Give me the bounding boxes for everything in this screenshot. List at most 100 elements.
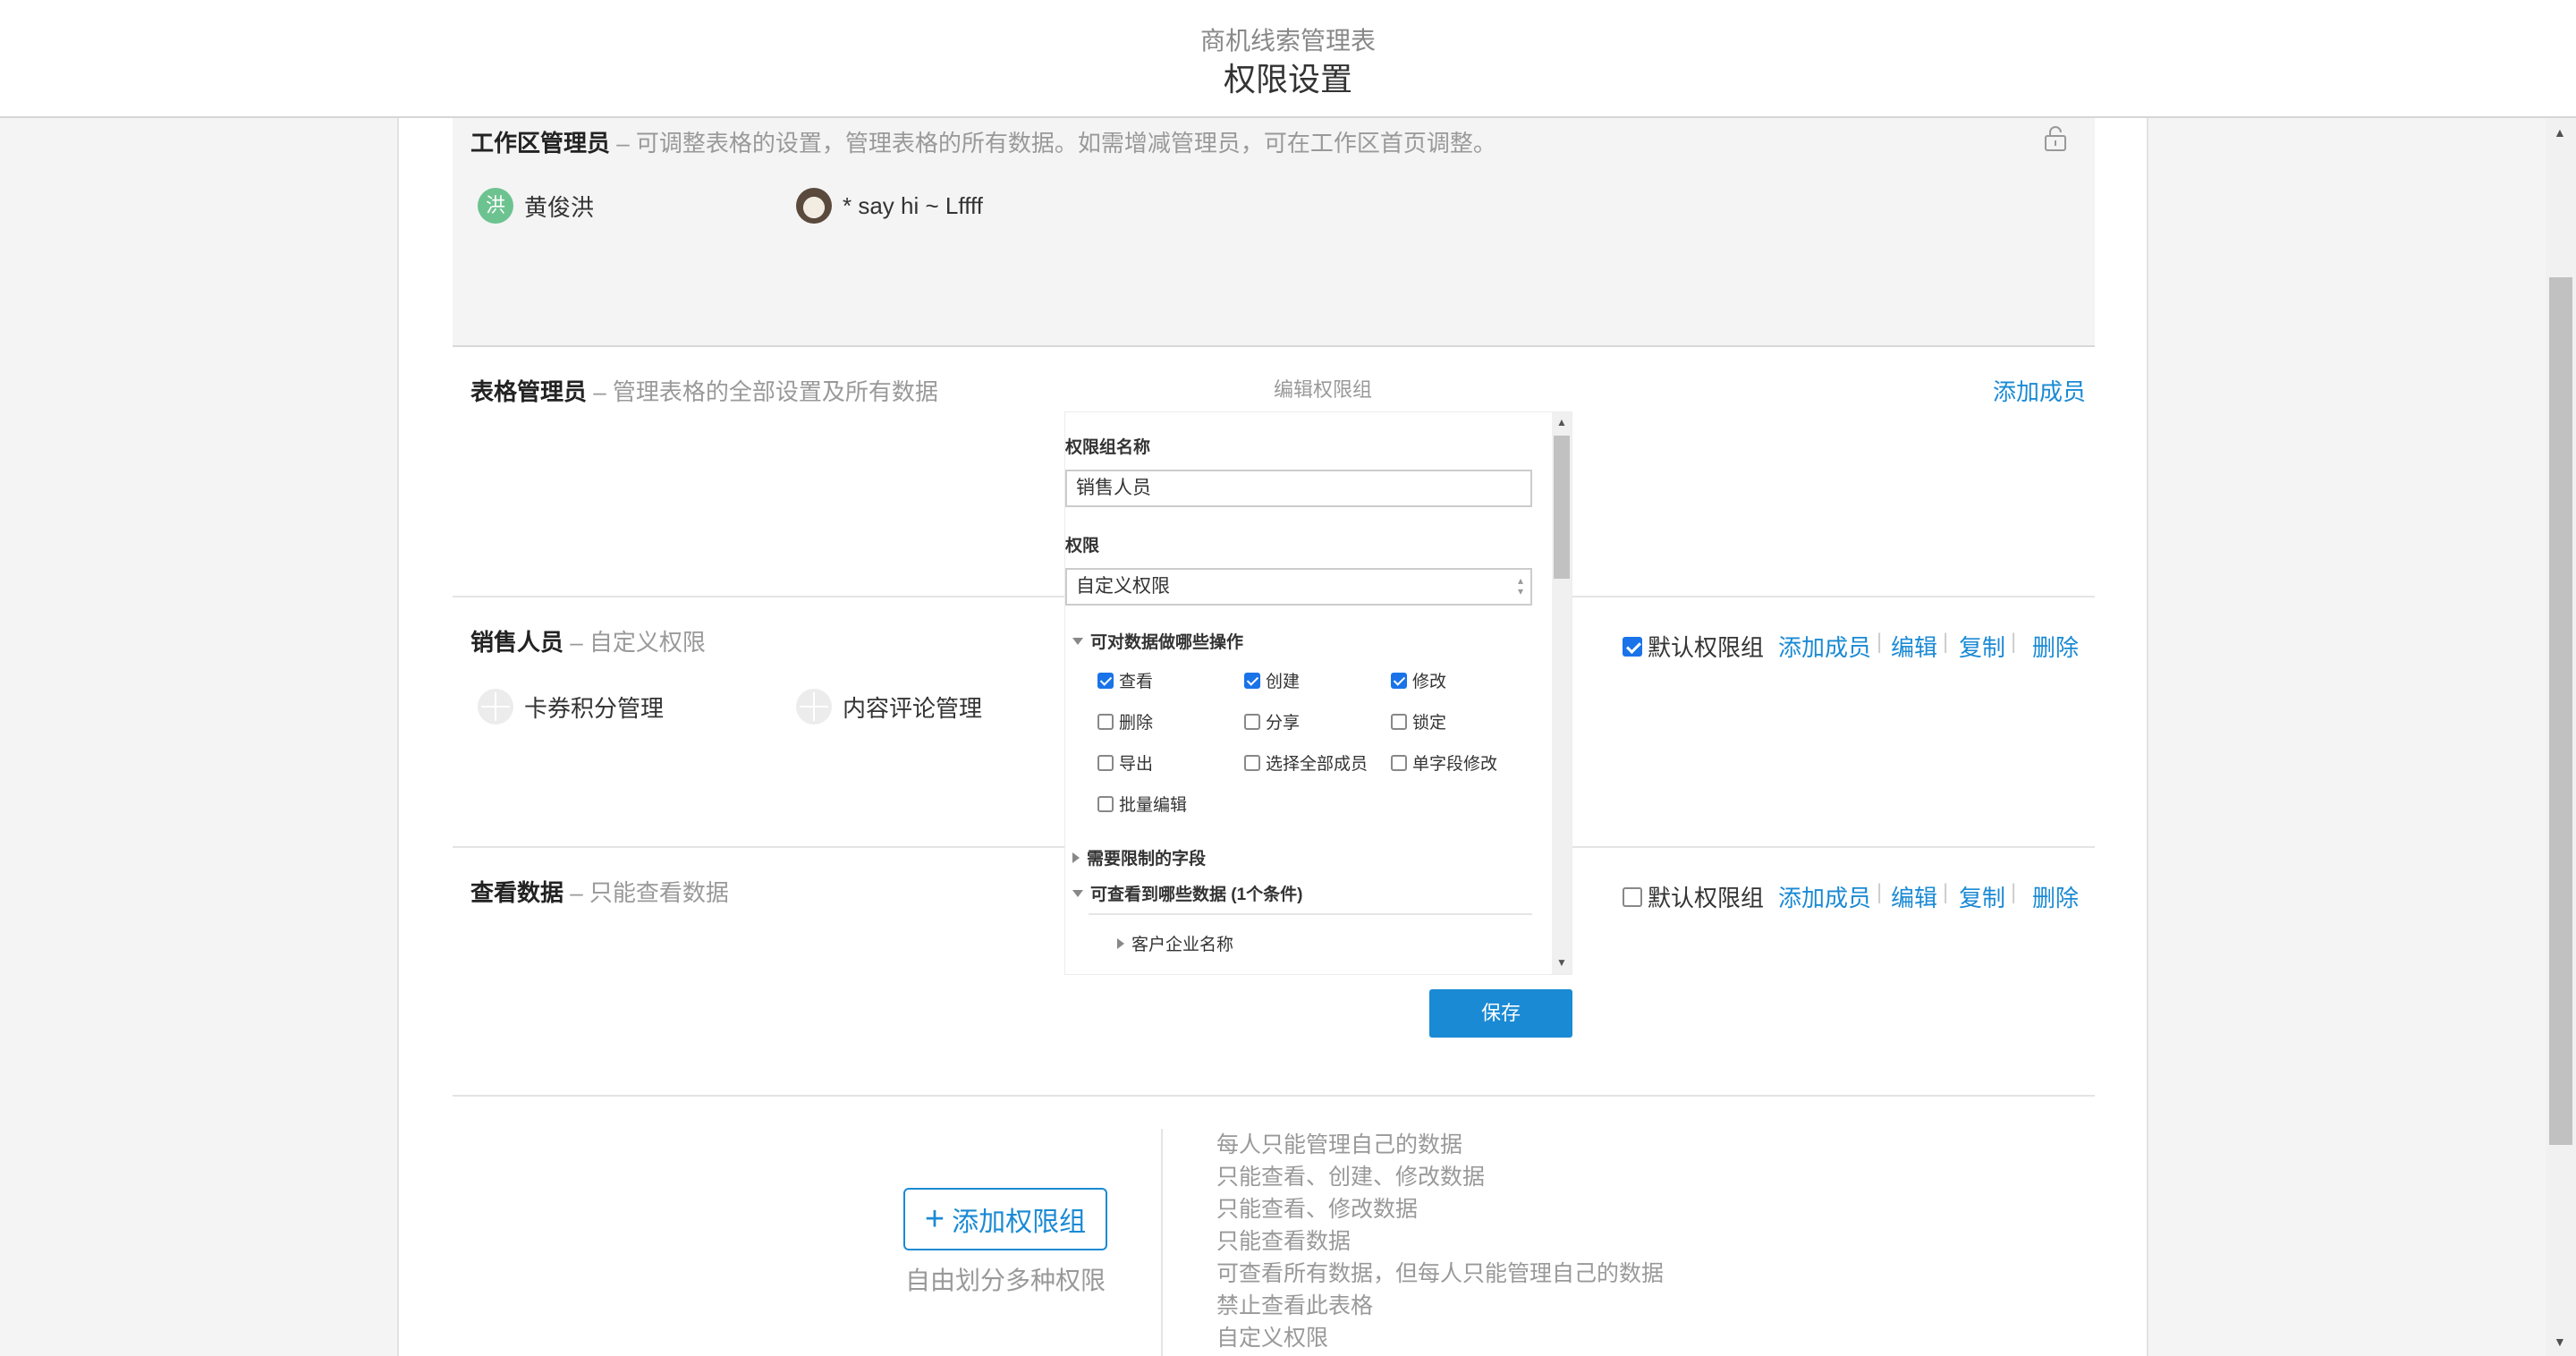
separator: |: [1877, 880, 1883, 904]
op-checkbox[interactable]: 分享: [1244, 709, 1300, 733]
plus-icon: +: [924, 1200, 945, 1238]
member-name: * say hi ~ Lffff: [843, 191, 983, 219]
sales-edit-link[interactable]: 编辑: [1891, 630, 1937, 663]
scroll-up-icon[interactable]: ▲: [2554, 125, 2566, 140]
permission-label: 权限: [1065, 537, 1100, 555]
checkbox[interactable]: [1097, 754, 1114, 771]
checkbox[interactable]: [1097, 672, 1114, 689]
separator: |: [1943, 880, 1949, 904]
sales-default-group-checkbox[interactable]: 默认权限组: [1623, 630, 1764, 663]
checkbox[interactable]: [1391, 672, 1407, 689]
op-label: 查看: [1119, 673, 1154, 691]
view-add-member-link[interactable]: 添加成员: [1778, 880, 1871, 913]
sales-delete-link[interactable]: 删除: [2032, 630, 2079, 663]
triangle-right-icon: [1117, 937, 1124, 949]
ops-header[interactable]: 可对数据做哪些操作: [1072, 629, 1243, 653]
lock-icon: [2045, 126, 2066, 151]
separator: |: [2011, 880, 2017, 904]
scroll-thumb[interactable]: [1554, 436, 1570, 579]
checkbox[interactable]: [1097, 713, 1114, 730]
avatar: 洪: [478, 188, 513, 224]
scroll-up-icon[interactable]: ▲: [1556, 416, 1567, 428]
op-checkbox[interactable]: 创建: [1244, 668, 1300, 692]
checkbox-label: 默认权限组: [1648, 885, 1765, 911]
checkbox[interactable]: [1244, 713, 1260, 730]
modal-scrollbar[interactable]: ▲ ▼: [1552, 412, 1572, 974]
separator: |: [2011, 630, 2017, 654]
preset-item: 禁止查看此表格: [1216, 1293, 1374, 1318]
settings-panel: 工作区管理员 – 可调整表格的设置，管理表格的所有数据。如需增减管理员，可在工作…: [397, 118, 2148, 1356]
preset-item: 每人只能管理自己的数据: [1216, 1132, 1463, 1157]
op-label: 锁定: [1412, 714, 1447, 733]
restricted-fields-label: 需要限制的字段: [1087, 850, 1207, 869]
checkbox[interactable]: [1391, 754, 1407, 771]
divider: [453, 1095, 2095, 1097]
triangle-right-icon: [1072, 852, 1080, 863]
checkbox[interactable]: [1623, 636, 1642, 657]
preset-item: 只能查看数据: [1216, 1229, 1352, 1254]
member-item: 内容评论管理: [796, 689, 982, 725]
checkbox[interactable]: [1623, 886, 1642, 907]
op-checkbox[interactable]: 单字段修改: [1391, 750, 1497, 775]
scroll-thumb[interactable]: [2549, 277, 2572, 1145]
save-button[interactable]: 保存: [1429, 989, 1572, 1038]
workspace-admin-section: 工作区管理员 – 可调整表格的设置，管理表格的所有数据。如需增减管理员，可在工作…: [453, 118, 2095, 345]
view-default-group-checkbox[interactable]: 默认权限组: [1623, 880, 1764, 913]
page-title: 权限设置: [1223, 61, 1352, 97]
ops-header-label: 可对数据做哪些操作: [1090, 633, 1244, 652]
view-group-heading: 查看数据 – 只能查看数据: [470, 879, 729, 906]
add-group-label: 添加权限组: [952, 1208, 1087, 1237]
sales-copy-link[interactable]: 复制: [1959, 630, 2005, 663]
op-label: 修改: [1412, 673, 1447, 691]
op-label: 分享: [1266, 714, 1301, 733]
op-label: 单字段修改: [1412, 755, 1498, 774]
op-checkbox[interactable]: 导出: [1097, 750, 1153, 775]
group-name-label: 权限组名称: [1065, 438, 1151, 457]
op-checkbox[interactable]: 锁定: [1391, 709, 1446, 733]
scroll-down-icon[interactable]: ▼: [2554, 1335, 2566, 1349]
op-checkbox[interactable]: 查看: [1097, 668, 1153, 692]
condition-field[interactable]: 客户企业名称: [1117, 931, 1233, 955]
avatar: [796, 188, 832, 224]
divider: [1161, 1129, 1163, 1356]
op-checkbox[interactable]: 修改: [1391, 668, 1446, 692]
add-group-button[interactable]: + 添加权限组: [903, 1188, 1107, 1250]
avatar: [478, 689, 513, 725]
workspace-admin-heading: 工作区管理员 – 可调整表格的设置，管理表格的所有数据。如需增减管理员，可在工作…: [470, 130, 1496, 157]
scroll-down-icon[interactable]: ▼: [1556, 956, 1567, 969]
table-name: 商机线索管理表: [1199, 27, 1376, 55]
separator: |: [1877, 630, 1883, 654]
checkbox-label: 默认权限组: [1648, 634, 1765, 661]
member-item: * say hi ~ Lffff: [796, 188, 983, 224]
op-label: 删除: [1119, 714, 1154, 733]
sales-group-heading: 销售人员 – 自定义权限: [470, 629, 706, 656]
op-label: 选择全部成员: [1266, 755, 1368, 774]
view-edit-link[interactable]: 编辑: [1891, 880, 1937, 913]
permission-selected-value: 自定义权限: [1076, 576, 1170, 597]
table-admin-heading: 表格管理员 – 管理表格的全部设置及所有数据: [470, 378, 938, 405]
view-copy-link[interactable]: 复制: [1959, 880, 2005, 913]
restricted-fields-toggle[interactable]: 需要限制的字段: [1072, 845, 1206, 869]
checkbox[interactable]: [1391, 713, 1407, 730]
sales-add-member-link[interactable]: 添加成员: [1778, 630, 1871, 663]
checkbox[interactable]: [1244, 672, 1260, 689]
visible-data-toggle[interactable]: 可查看到哪些数据 (1个条件): [1072, 881, 1303, 905]
group-name-input[interactable]: 销售人员: [1065, 470, 1532, 507]
table-admin-add-member-link[interactable]: 添加成员: [1993, 374, 2086, 407]
member-item: 卡券积分管理: [478, 689, 664, 725]
op-label: 导出: [1119, 755, 1154, 774]
op-checkbox[interactable]: 批量编辑: [1097, 792, 1187, 816]
member-name: 内容评论管理: [843, 694, 983, 722]
op-checkbox[interactable]: 选择全部成员: [1244, 750, 1368, 775]
divider: [453, 345, 2095, 347]
checkbox[interactable]: [1097, 795, 1114, 812]
page-scrollbar[interactable]: ▲ ▼: [2546, 118, 2576, 1356]
preset-item: 只能查看、修改数据: [1216, 1197, 1419, 1222]
preset-item: 只能查看、创建、修改数据: [1216, 1165, 1486, 1190]
permission-select[interactable]: 自定义权限 ▴ ▾: [1065, 568, 1532, 606]
view-delete-link[interactable]: 删除: [2032, 880, 2079, 913]
visible-data-label: 可查看到哪些数据 (1个条件): [1090, 886, 1303, 904]
select-arrow-icon: ▴ ▾: [1517, 574, 1523, 597]
op-checkbox[interactable]: 删除: [1097, 709, 1153, 733]
checkbox[interactable]: [1244, 754, 1260, 771]
